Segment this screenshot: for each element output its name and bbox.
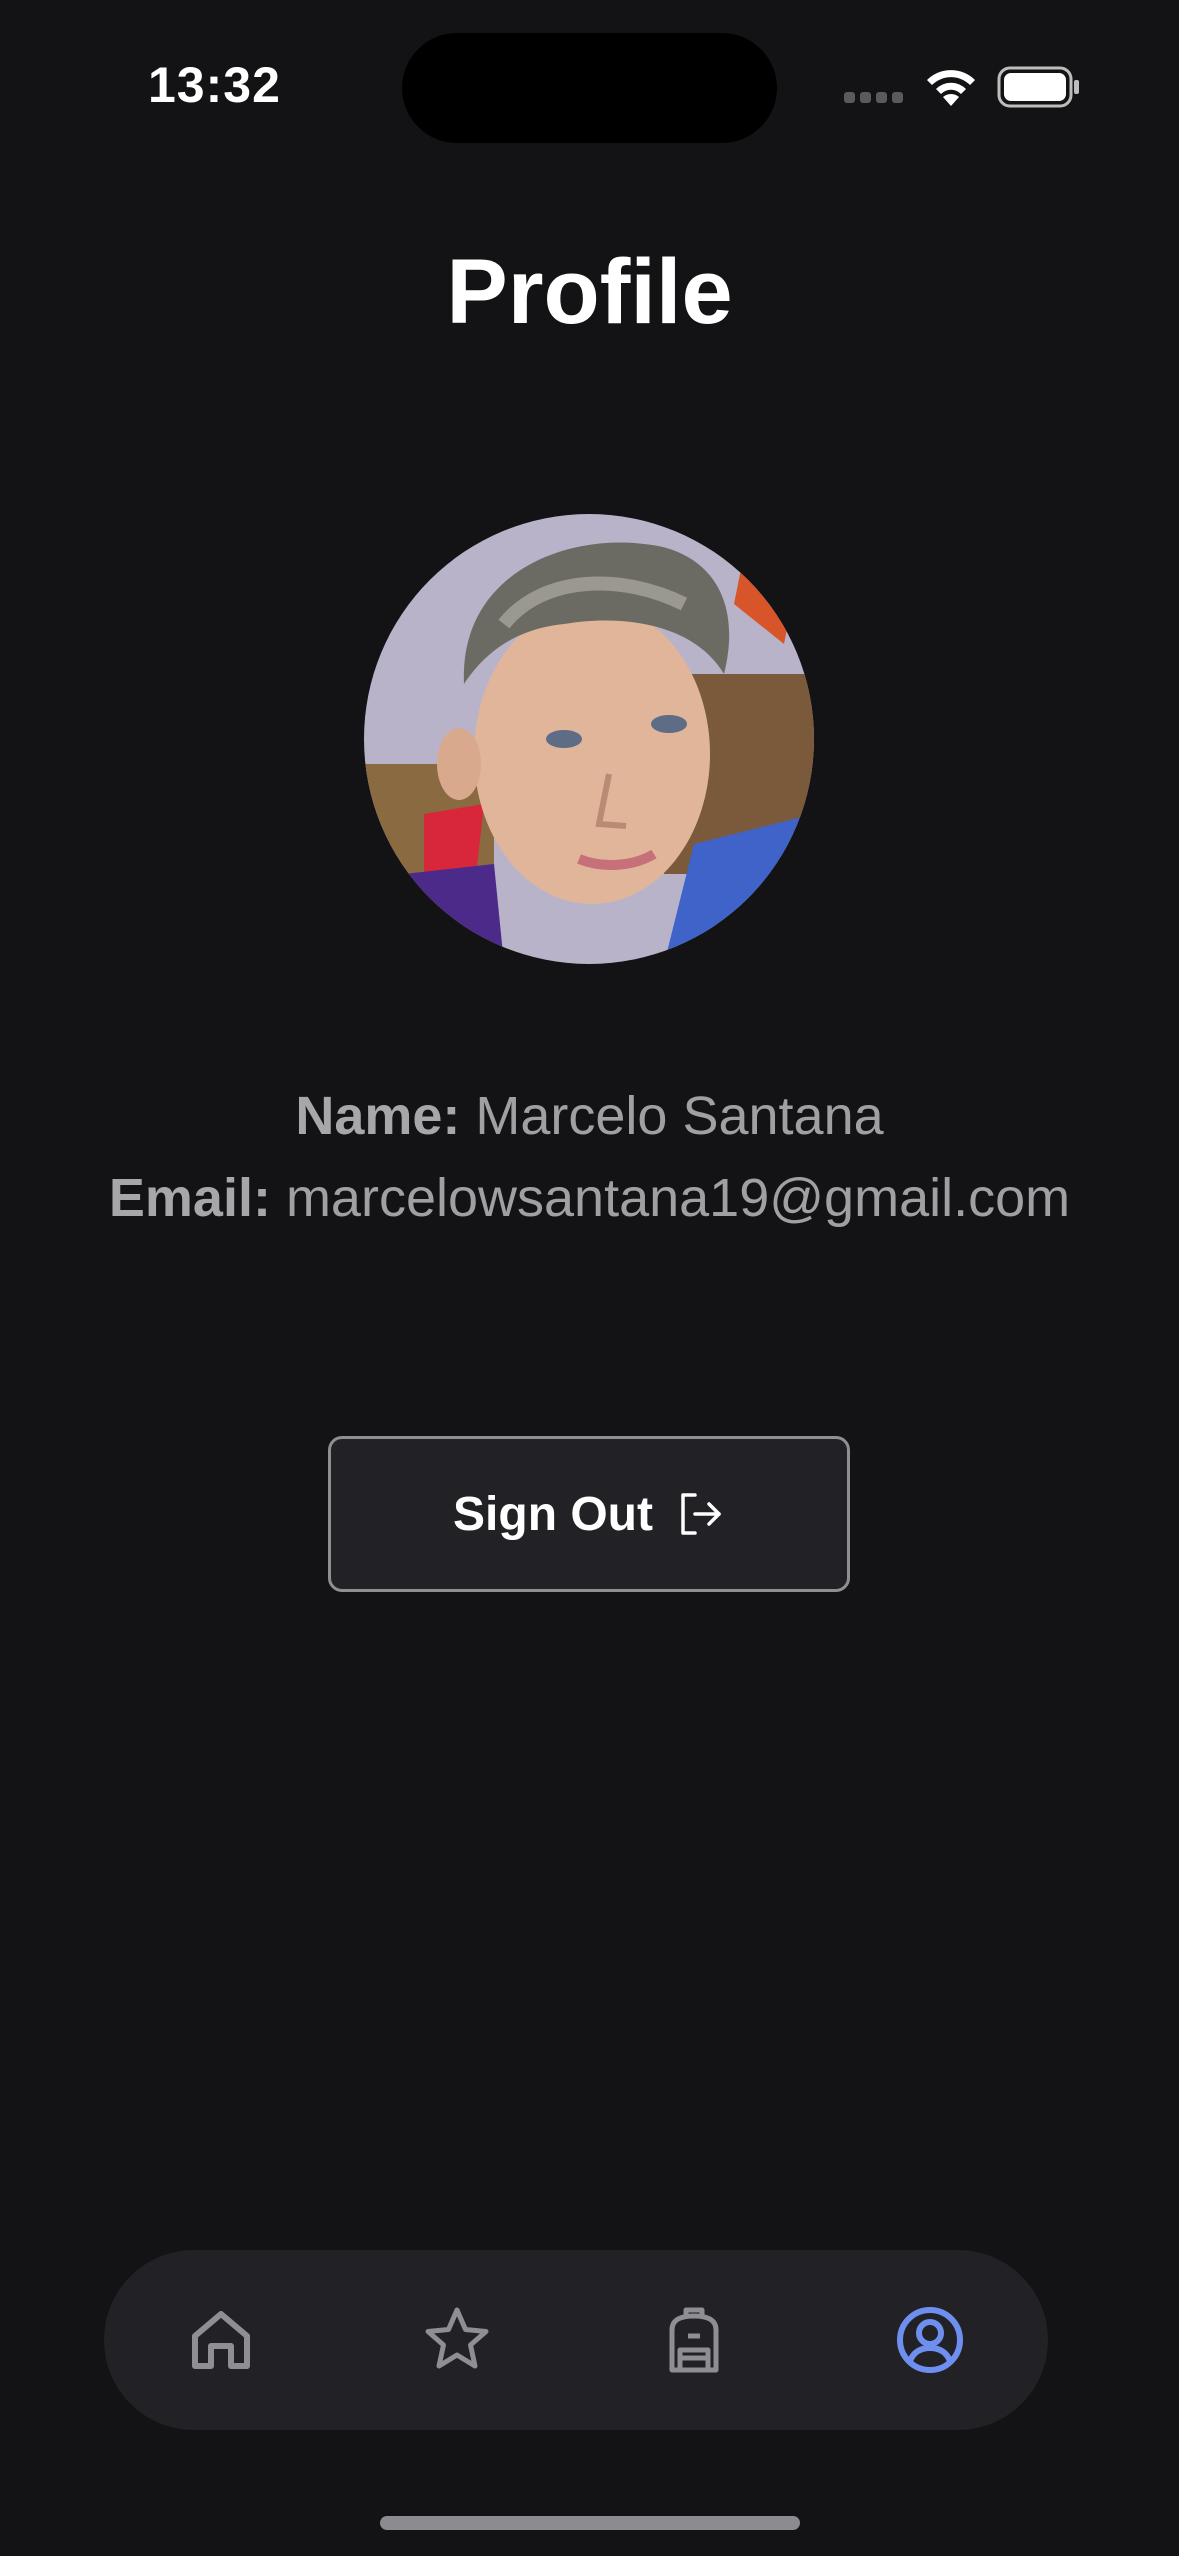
status-bar: 13:32 [0, 0, 1179, 160]
tab-profile[interactable] [880, 2290, 980, 2390]
cellular-signal-icon [844, 92, 904, 108]
sign-out-button[interactable]: Sign Out [328, 1436, 850, 1592]
wifi-icon [927, 70, 975, 106]
sign-out-label: Sign Out [453, 1487, 653, 1541]
name-value: Marcelo Santana [475, 1086, 884, 1146]
tab-bar [104, 2250, 1048, 2430]
backpack-icon [669, 2307, 719, 2373]
email-value: marcelowsantana19@gmail.com [285, 1168, 1071, 1228]
avatar-photo [364, 514, 814, 964]
star-icon [425, 2307, 489, 2369]
tab-backpack[interactable] [644, 2290, 744, 2390]
home-indicator[interactable] [380, 2516, 800, 2530]
tab-favorites[interactable] [407, 2290, 507, 2390]
battery-icon [997, 66, 1079, 108]
sign-out-icon [681, 1493, 721, 1535]
email-label: Email: [108, 1168, 271, 1228]
email-row: Email: marcelowsantana19@gmail.com [0, 1162, 1179, 1244]
name-row: Name: Marcelo Santana [0, 1080, 1179, 1162]
profile-info: Name: Marcelo Santana Email: marcelowsan… [0, 1080, 1179, 1244]
tab-home[interactable] [171, 2290, 271, 2390]
avatar [364, 514, 814, 964]
name-label: Name: [295, 1086, 461, 1146]
profile-icon [897, 2307, 963, 2373]
status-time: 13:32 [148, 57, 281, 113]
home-icon [192, 2311, 250, 2369]
page-title: Profile [446, 241, 733, 343]
dynamic-island [402, 33, 777, 143]
